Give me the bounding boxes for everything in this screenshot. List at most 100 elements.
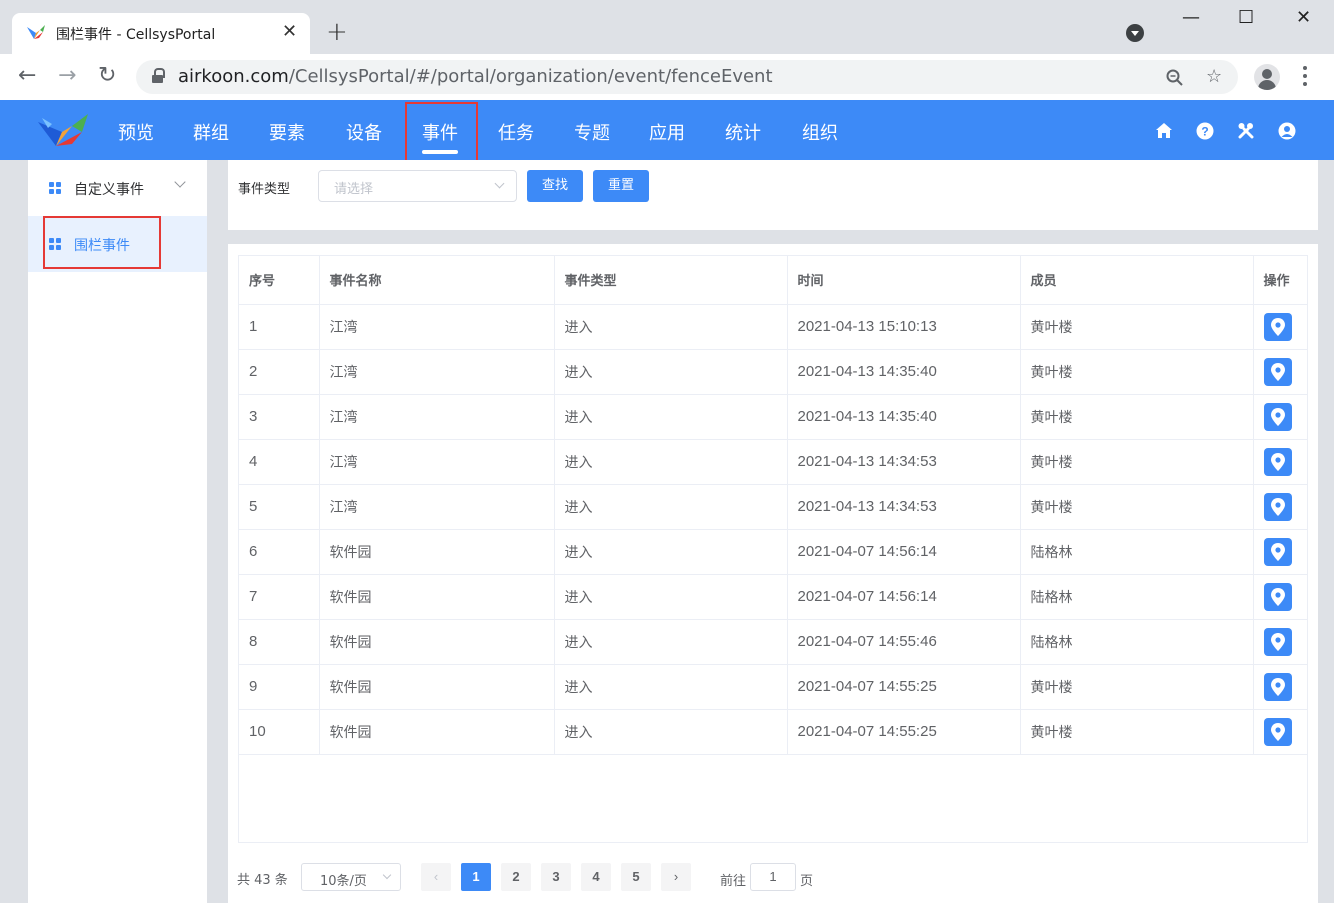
cell-name: 软件园 (319, 664, 555, 710)
cell-name: 江湾 (319, 349, 555, 395)
user-icon[interactable] (1278, 122, 1296, 140)
url-text[interactable]: airkoon.com/CellsysPortal/#/portal/organ… (178, 66, 773, 87)
nav-features[interactable]: 要素 (269, 119, 305, 145)
maximize-button[interactable]: ☐ (1238, 8, 1254, 28)
locate-button[interactable] (1263, 312, 1292, 341)
home-icon[interactable] (1155, 122, 1173, 140)
sidebar-item-custom-events[interactable]: 自定义事件 (28, 160, 207, 216)
locate-button[interactable] (1263, 492, 1292, 521)
address-bar[interactable]: airkoon.com/CellsysPortal/#/portal/organ… (136, 60, 1238, 94)
tab-search-icon[interactable] (1126, 24, 1144, 42)
bookmark-star-icon[interactable]: ☆ (1206, 67, 1222, 87)
nav-stats[interactable]: 统计 (725, 119, 761, 145)
cell-type: 进入 (554, 619, 788, 665)
locate-button[interactable] (1263, 582, 1292, 611)
cell-name: 江湾 (319, 394, 555, 440)
nav-preview[interactable]: 预览 (118, 119, 154, 145)
locate-button[interactable] (1263, 537, 1292, 566)
chevron-down-icon (382, 870, 392, 880)
page-2-button[interactable]: 2 (501, 863, 531, 891)
chevron-down-icon (494, 178, 505, 189)
cell-type: 进入 (554, 709, 788, 755)
table-row: 8 软件园 进入 2021-04-07 14:55:46 陆格林 (239, 619, 1307, 665)
cell-no: 2 (239, 349, 320, 395)
table-row: 4 江湾 进入 2021-04-13 14:34:53 黄叶楼 (239, 439, 1307, 485)
table-row: 10 软件园 进入 2021-04-07 14:55:25 黄叶楼 (239, 709, 1307, 755)
cell-name: 江湾 (319, 484, 555, 530)
close-window-button[interactable]: ✕ (1296, 8, 1311, 28)
page-4-button[interactable]: 4 (581, 863, 611, 891)
cell-member: 黄叶楼 (1020, 394, 1254, 440)
tab-close-icon[interactable]: ✕ (282, 22, 297, 42)
cell-member: 黄叶楼 (1020, 664, 1254, 710)
page-size-select[interactable]: 10条/页 (301, 863, 401, 891)
zoom-icon[interactable] (1166, 69, 1184, 87)
column-header-time: 时间 (787, 256, 1021, 305)
table-row: 1 江湾 进入 2021-04-13 15:10:13 黄叶楼 (239, 304, 1307, 350)
event-table: 序号 事件名称 事件类型 时间 成员 操作 1 江湾 进入 2021-04-13… (239, 256, 1307, 755)
nav-apps[interactable]: 应用 (649, 119, 685, 145)
nav-topics[interactable]: 专题 (574, 119, 610, 145)
search-button[interactable]: 查找 (527, 170, 583, 202)
cell-no: 5 (239, 484, 320, 530)
nav-tasks[interactable]: 任务 (498, 119, 534, 145)
cell-member: 黄叶楼 (1020, 349, 1254, 395)
event-table-container: 序号 事件名称 事件类型 时间 成员 操作 1 江湾 进入 2021-04-13… (238, 255, 1308, 843)
map-pin-icon (1270, 407, 1285, 426)
locate-button[interactable] (1263, 357, 1292, 386)
table-row: 5 江湾 进入 2021-04-13 14:34:53 黄叶楼 (239, 484, 1307, 530)
cell-type: 进入 (554, 484, 788, 530)
browser-tab[interactable]: 围栏事件 - CellsysPortal ✕ (12, 13, 310, 54)
new-tab-button[interactable]: + (326, 18, 348, 46)
cell-time: 2021-04-13 14:34:53 (787, 484, 1021, 530)
help-icon[interactable]: ? (1196, 122, 1214, 140)
cell-member: 黄叶楼 (1020, 709, 1254, 755)
prev-page-button[interactable]: ‹ (421, 863, 451, 891)
reload-icon[interactable]: ↻ (98, 64, 116, 88)
reset-button[interactable]: 重置 (593, 170, 649, 202)
locate-button[interactable] (1263, 627, 1292, 656)
cell-no: 10 (239, 709, 320, 755)
cell-type: 进入 (554, 304, 788, 350)
cell-time: 2021-04-13 14:35:40 (787, 394, 1021, 440)
forward-arrow-icon[interactable]: → (58, 64, 76, 88)
column-header-no: 序号 (239, 256, 320, 305)
table-row: 3 江湾 进入 2021-04-13 14:35:40 黄叶楼 (239, 394, 1307, 440)
next-page-button[interactable]: › (661, 863, 691, 891)
locate-button[interactable] (1263, 717, 1292, 746)
cell-name: 软件园 (319, 574, 555, 620)
goto-prefix: 前往 (720, 874, 747, 889)
cell-name: 软件园 (319, 619, 555, 665)
nav-organization[interactable]: 组织 (802, 119, 838, 145)
table-card: 序号 事件名称 事件类型 时间 成员 操作 1 江湾 进入 2021-04-13… (228, 244, 1318, 903)
locate-button[interactable] (1263, 402, 1292, 431)
account-avatar-icon[interactable] (1254, 64, 1280, 90)
cell-no: 8 (239, 619, 320, 665)
page-5-button[interactable]: 5 (621, 863, 651, 891)
browser-menu-icon[interactable] (1298, 66, 1312, 88)
chevron-down-icon[interactable] (174, 176, 186, 188)
sidebar: 自定义事件 围栏事件 (28, 160, 207, 903)
goto-suffix: 页 (800, 874, 814, 889)
event-type-label: 事件类型 (238, 182, 291, 197)
tools-icon[interactable] (1237, 122, 1255, 140)
minimize-button[interactable]: — (1182, 8, 1200, 28)
lock-icon (152, 68, 165, 83)
cell-member: 陆格林 (1020, 619, 1254, 665)
page-1-button[interactable]: 1 (461, 863, 491, 891)
cell-name: 江湾 (319, 439, 555, 485)
cell-type: 进入 (554, 439, 788, 485)
nav-groups[interactable]: 群组 (193, 119, 229, 145)
event-type-select[interactable]: 请选择 (318, 170, 517, 202)
cell-no: 6 (239, 529, 320, 575)
cell-member: 黄叶楼 (1020, 439, 1254, 485)
goto-page-input[interactable]: 1 (750, 863, 796, 891)
cell-time: 2021-04-07 14:55:25 (787, 664, 1021, 710)
locate-button[interactable] (1263, 672, 1292, 701)
cell-no: 4 (239, 439, 320, 485)
nav-devices[interactable]: 设备 (346, 119, 382, 145)
cell-no: 9 (239, 664, 320, 710)
page-3-button[interactable]: 3 (541, 863, 571, 891)
locate-button[interactable] (1263, 447, 1292, 476)
back-arrow-icon[interactable]: ← (18, 64, 36, 88)
